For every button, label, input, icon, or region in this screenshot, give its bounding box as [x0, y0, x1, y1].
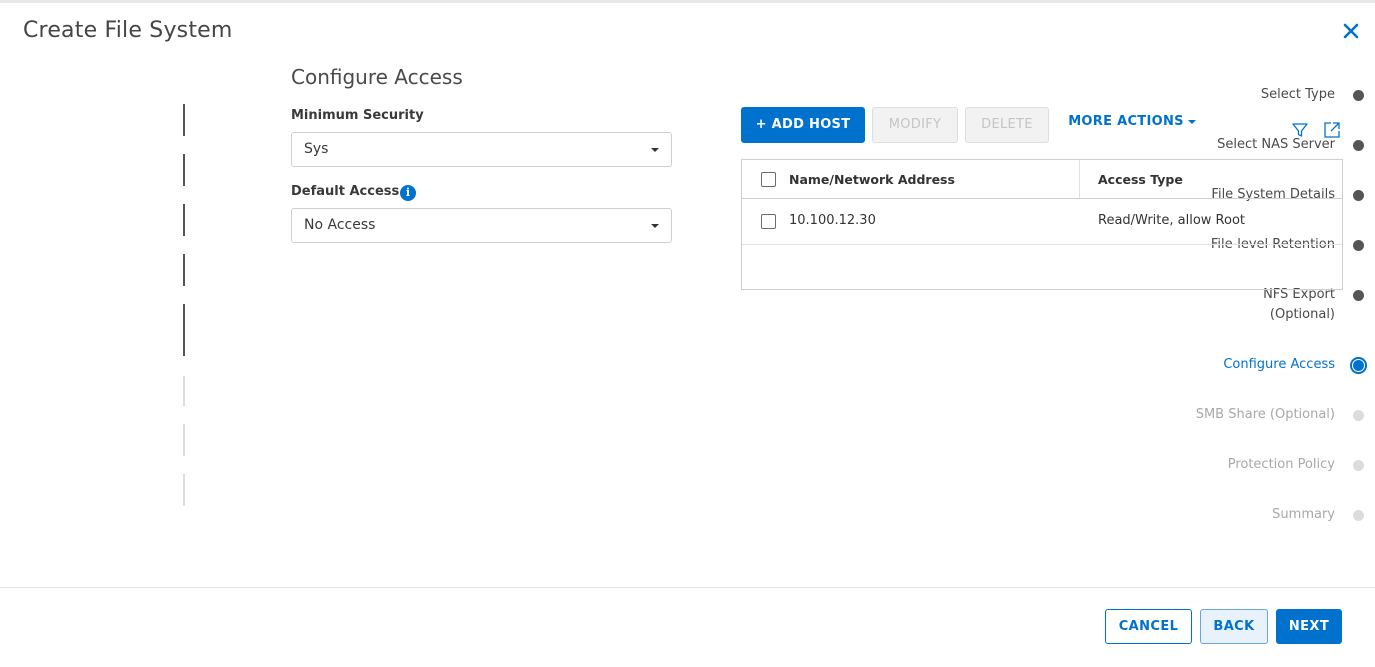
step-connector — [183, 104, 185, 136]
minimum-security-value: Sys — [304, 141, 329, 157]
step-dot-icon — [1353, 240, 1364, 251]
step-smb-share: SMB Share (Optional) — [1175, 399, 1375, 429]
step-label-line2: (Optional) — [1269, 307, 1335, 322]
more-actions-label: MORE ACTIONS — [1068, 114, 1184, 129]
step-label: NFS Export (Optional) — [1263, 285, 1335, 325]
external-link-icon — [1324, 122, 1340, 138]
host-access-type: Read/Write, allow Root — [1098, 213, 1245, 228]
top-border — [0, 0, 1375, 3]
cancel-button[interactable]: CANCEL — [1105, 609, 1192, 644]
step-select-type[interactable]: Select Type — [1175, 79, 1375, 109]
default-access-select[interactable]: No Access — [291, 208, 672, 243]
row-checkbox[interactable] — [761, 214, 776, 229]
table-row[interactable]: 10.100.12.30 Read/Write, allow Root — [742, 199, 1342, 245]
step-connector — [183, 204, 185, 236]
export-button[interactable] — [1322, 120, 1342, 140]
info-icon[interactable]: i — [400, 185, 416, 201]
more-actions-button[interactable]: MORE ACTIONS — [1062, 105, 1202, 141]
step-summary: Summary — [1175, 499, 1375, 529]
column-separator[interactable] — [1079, 160, 1080, 199]
default-access-value: No Access — [304, 217, 376, 233]
step-label: Select NAS Server — [1217, 137, 1335, 152]
step-label: Select Type — [1260, 87, 1335, 102]
step-connector — [183, 254, 185, 286]
step-connector — [183, 304, 185, 356]
select-all-checkbox[interactable] — [761, 172, 776, 187]
minimum-security-select[interactable]: Sys — [291, 132, 672, 167]
hosts-table: Name/Network Address Access Type 10.100.… — [741, 159, 1343, 290]
table-header: Name/Network Address Access Type — [742, 160, 1342, 199]
step-configure-access[interactable]: Configure Access — [1175, 349, 1375, 379]
caret-down-icon — [651, 224, 659, 228]
next-button[interactable]: NEXT — [1276, 609, 1342, 644]
step-connector — [183, 474, 185, 506]
caret-down-icon — [651, 148, 659, 152]
step-dot-icon — [1353, 90, 1364, 101]
step-dot-icon — [1353, 140, 1364, 151]
filter-icon — [1292, 123, 1308, 137]
step-label: Protection Policy — [1227, 457, 1335, 472]
delete-button[interactable]: DELETE — [965, 107, 1049, 143]
host-address: 10.100.12.30 — [789, 213, 876, 228]
dialog-title: Create File System — [23, 18, 233, 43]
step-dot-icon — [1353, 460, 1364, 471]
section-title: Configure Access — [291, 65, 463, 89]
column-header-address[interactable]: Name/Network Address — [789, 172, 955, 187]
step-current-dot-icon — [1350, 357, 1367, 374]
step-connector — [183, 154, 185, 186]
default-access-label: Default Access — [291, 184, 400, 199]
step-protection-policy: Protection Policy — [1175, 449, 1375, 479]
modify-button[interactable]: MODIFY — [872, 107, 958, 143]
step-connector — [183, 424, 185, 456]
step-dot-icon — [1353, 410, 1364, 421]
column-header-access-type[interactable]: Access Type — [1098, 172, 1183, 187]
step-dot-icon — [1353, 510, 1364, 521]
footer-divider — [0, 587, 1375, 588]
close-icon — [1343, 23, 1359, 39]
step-dot-icon — [1353, 290, 1364, 301]
step-dot-icon — [1353, 190, 1364, 201]
step-connector — [183, 376, 185, 406]
step-label: Configure Access — [1223, 357, 1335, 372]
minimum-security-label: Minimum Security — [291, 108, 424, 123]
close-button[interactable] — [1340, 20, 1362, 42]
step-label: Summary — [1272, 507, 1335, 522]
caret-down-icon — [1187, 119, 1196, 124]
add-host-button[interactable]: + ADD HOST — [741, 107, 865, 143]
filter-button[interactable] — [1290, 120, 1310, 140]
step-select-nas-server[interactable]: Select NAS Server — [1175, 129, 1375, 159]
step-label: SMB Share (Optional) — [1195, 407, 1335, 422]
back-button[interactable]: BACK — [1200, 609, 1268, 644]
